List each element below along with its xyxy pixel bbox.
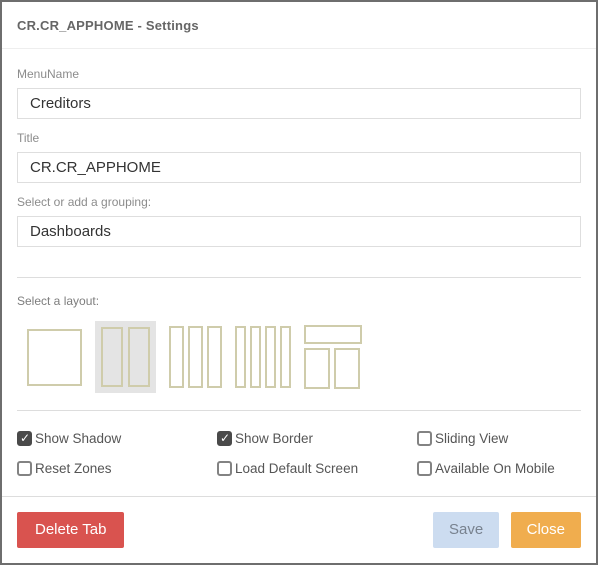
- reset-zones-checkbox-box[interactable]: [17, 461, 32, 476]
- layout-section-label: Select a layout:: [17, 294, 100, 308]
- layout-four-columns-icon: [235, 326, 246, 388]
- available-on-mobile-checkbox-box[interactable]: [417, 461, 432, 476]
- layout-header-columns-icon: [304, 348, 362, 389]
- dialog-header: CR.CR_APPHOME - Settings: [2, 2, 596, 49]
- save-button[interactable]: Save: [432, 512, 500, 548]
- delete-tab-button[interactable]: Delete Tab: [17, 512, 125, 548]
- layout-two-columns-icon: [128, 327, 150, 387]
- footer-right-buttons: Save Close: [432, 512, 581, 548]
- sliding-view-checkbox[interactable]: Sliding View: [417, 431, 581, 446]
- available-on-mobile-label: Available On Mobile: [435, 461, 555, 476]
- load-default-screen-label: Load Default Screen: [235, 461, 359, 476]
- show-shadow-checkbox[interactable]: Show Shadow: [17, 431, 217, 446]
- layout-four-columns-icon: [280, 326, 291, 388]
- grouping-input[interactable]: [17, 216, 581, 247]
- close-button[interactable]: Close: [510, 512, 581, 548]
- settings-dialog: CR.CR_APPHOME - Settings MenuName Title …: [0, 0, 598, 565]
- show-shadow-checkbox-box[interactable]: [17, 431, 32, 446]
- title-label: Title: [17, 131, 40, 145]
- layout-three-columns-icon: [188, 326, 203, 388]
- layout-option-three-columns[interactable]: [169, 326, 222, 388]
- layout-option-four-columns[interactable]: [235, 326, 291, 388]
- menu-name-input[interactable]: [17, 88, 581, 119]
- load-default-screen-checkbox[interactable]: Load Default Screen: [217, 461, 417, 476]
- layout-four-columns-icon: [265, 326, 276, 388]
- layout-option-header-two-columns[interactable]: [304, 325, 362, 389]
- reset-zones-label: Reset Zones: [35, 461, 112, 476]
- load-default-screen-checkbox-box[interactable]: [217, 461, 232, 476]
- layout-options-row: [27, 318, 581, 396]
- reset-zones-checkbox[interactable]: Reset Zones: [17, 461, 217, 476]
- layout-section-divider: [17, 277, 581, 278]
- dialog-body: MenuName Title Select or add a grouping:…: [2, 49, 596, 496]
- show-border-label: Show Border: [235, 431, 314, 446]
- layout-option-two-columns[interactable]: [95, 321, 156, 393]
- layout-one-column-icon: [27, 328, 82, 386]
- layout-two-columns-icon: [101, 327, 123, 387]
- layout-three-columns-icon: [207, 326, 222, 388]
- title-input[interactable]: [17, 152, 581, 183]
- layout-header-row-icon: [304, 325, 362, 344]
- dialog-footer: Delete Tab Save Close: [2, 496, 596, 563]
- layout-three-columns-icon: [169, 326, 184, 388]
- show-border-checkbox[interactable]: Show Border: [217, 431, 417, 446]
- menu-name-label: MenuName: [17, 67, 80, 81]
- checkbox-grid: Show Shadow Show Border Sliding View Res…: [17, 431, 581, 476]
- sliding-view-checkbox-box[interactable]: [417, 431, 432, 446]
- show-border-checkbox-box[interactable]: [217, 431, 232, 446]
- grouping-label: Select or add a grouping:: [17, 195, 152, 209]
- layout-four-columns-icon: [250, 326, 261, 388]
- layout-option-one-column[interactable]: [27, 328, 82, 386]
- show-shadow-label: Show Shadow: [35, 431, 122, 446]
- available-on-mobile-checkbox[interactable]: Available On Mobile: [417, 461, 581, 476]
- sliding-view-label: Sliding View: [435, 431, 509, 446]
- checkbox-section-divider: [17, 410, 581, 411]
- dialog-title: CR.CR_APPHOME - Settings: [17, 18, 199, 33]
